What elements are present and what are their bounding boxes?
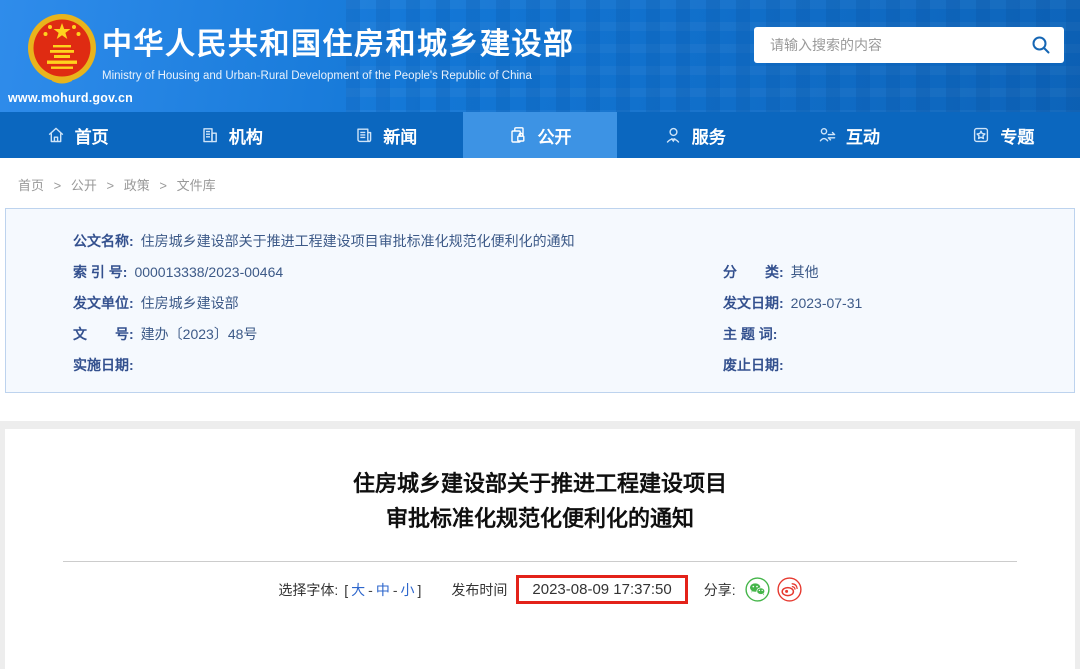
nav-item-disclosure[interactable]: 公开 xyxy=(462,112,618,158)
doc-number-label: 文 号: xyxy=(73,326,134,342)
interaction-icon xyxy=(819,128,836,142)
breadcrumb-separator: > xyxy=(159,178,167,193)
nav-label: 机构 xyxy=(228,127,263,147)
article-title: 住房城乡建设部关于推进工程建设项目 审批标准化规范化便利化的通知 xyxy=(5,466,1075,536)
weibo-icon xyxy=(776,577,802,602)
nav-label: 公开 xyxy=(537,127,572,147)
doc-index-label: 索 引 号: xyxy=(73,264,128,280)
site-subtitle-en: Ministry of Housing and Urban-Rural Deve… xyxy=(102,70,532,82)
share-label: 分享: xyxy=(703,581,736,598)
doc-category-value: 其他 xyxy=(790,264,819,280)
search-input[interactable] xyxy=(768,36,1028,54)
site-url: www.mohurd.gov.cn xyxy=(8,91,133,105)
site-title: 中华人民共和国住房和城乡建设部 xyxy=(102,28,575,61)
doc-effective-date-field: 实施日期: xyxy=(73,350,723,381)
doc-repeal-date-field: 废止日期: xyxy=(723,350,1074,381)
breadcrumb-policy[interactable]: 政策 xyxy=(124,178,150,193)
breadcrumb-home[interactable]: 首页 xyxy=(18,178,44,193)
breadcrumb-separator: > xyxy=(106,178,115,193)
nav-label: 专题 xyxy=(1000,127,1035,147)
nav-item-organization[interactable]: 机构 xyxy=(154,112,308,158)
breadcrumb-document-library: 文件库 xyxy=(176,178,216,193)
main-nav: 首页 机构 新闻 公开 服务 互动 专题 xyxy=(0,112,1080,158)
bracket-open: [ xyxy=(344,581,349,598)
publish-time-label: 发布时间 xyxy=(451,581,508,598)
doc-subject-label: 主 题 词: xyxy=(723,326,778,342)
doc-issue-date-label: 发文日期: xyxy=(723,295,784,311)
doc-info-row: 索 引 号: 000013338/2023-00464 分 类: 其他 xyxy=(6,257,1074,288)
site-header: www.mohurd.gov.cn 中华人民共和国住房和城乡建设部 Minist… xyxy=(0,0,1080,112)
publish-time-value: 2023-08-09 17:37:50 xyxy=(532,581,672,598)
national-emblem-icon xyxy=(28,14,96,84)
doc-info-row: 公文名称: 住房城乡建设部关于推进工程建设项目审批标准化规范化便利化的通知 xyxy=(6,226,1074,257)
doc-info-row: 文 号: 建办〔2023〕48号 主 题 词: xyxy=(6,319,1074,350)
doc-name-field: 公文名称: 住房城乡建设部关于推进工程建设项目审批标准化规范化便利化的通知 xyxy=(73,226,575,257)
doc-number-value: 建办〔2023〕48号 xyxy=(140,326,258,342)
search-box xyxy=(754,27,1064,63)
doc-effective-date-label: 实施日期: xyxy=(73,357,134,373)
doc-index-value: 000013338/2023-00464 xyxy=(134,264,284,280)
topics-icon xyxy=(974,127,989,143)
title-divider xyxy=(63,561,1017,562)
doc-info-row: 实施日期: 废止日期: xyxy=(6,350,1074,381)
home-icon xyxy=(48,127,63,143)
doc-category-field: 分 类: 其他 xyxy=(723,257,1074,288)
nav-label: 新闻 xyxy=(383,127,418,147)
doc-issuer-value: 住房城乡建设部 xyxy=(140,295,239,311)
doc-subject-field: 主 题 词: xyxy=(723,319,1074,350)
breadcrumb: 首页 > 公开 > 政策 > 文件库 xyxy=(0,158,1080,208)
nav-item-news[interactable]: 新闻 xyxy=(309,112,463,158)
nav-item-services[interactable]: 服务 xyxy=(617,112,771,158)
font-size-dash: - xyxy=(392,581,398,598)
doc-index-field: 索 引 号: 000013338/2023-00464 xyxy=(73,257,723,288)
doc-category-label: 分 类: xyxy=(723,264,784,280)
font-size-large-link[interactable]: 大 xyxy=(351,580,365,600)
search-icon xyxy=(1032,36,1050,54)
nav-item-home[interactable]: 首页 xyxy=(0,112,154,158)
nav-label: 互动 xyxy=(846,127,881,147)
bracket-close: ] xyxy=(417,581,422,598)
disclosure-icon xyxy=(511,127,525,143)
document-info-box: 公文名称: 住房城乡建设部关于推进工程建设项目审批标准化规范化便利化的通知 索 … xyxy=(5,208,1075,393)
service-icon xyxy=(666,127,679,143)
nav-item-topics[interactable]: 专题 xyxy=(926,112,1080,158)
article-title-line2: 审批标准化规范化便利化的通知 xyxy=(385,506,694,531)
share-group: 分享: xyxy=(704,577,802,602)
font-select-label: 选择字体: xyxy=(278,581,339,598)
doc-name-label: 公文名称: xyxy=(73,233,134,249)
doc-issue-date-field: 发文日期: 2023-07-31 xyxy=(723,288,1074,319)
share-weibo-button[interactable] xyxy=(776,577,802,602)
doc-repeal-date-label: 废止日期: xyxy=(723,357,784,373)
breadcrumb-separator: > xyxy=(53,178,62,193)
search-button[interactable] xyxy=(1028,32,1054,58)
share-wechat-button[interactable] xyxy=(744,577,770,602)
doc-issue-date-value: 2023-07-31 xyxy=(790,295,863,311)
breadcrumb-disclosure[interactable]: 公开 xyxy=(71,178,97,193)
article-title-line1: 住房城乡建设部关于推进工程建设项目 xyxy=(352,471,727,496)
font-size-medium-link[interactable]: 中 xyxy=(376,580,390,600)
nav-label: 服务 xyxy=(691,127,726,147)
doc-info-row: 发文单位: 住房城乡建设部 发文日期: 2023-07-31 xyxy=(6,288,1074,319)
nav-label: 首页 xyxy=(74,127,109,147)
doc-number-field: 文 号: 建办〔2023〕48号 xyxy=(73,319,723,350)
article-meta-bar: 选择字体: [ 大 - 中 - 小 ] 发布时间 2023-08-09 17:3… xyxy=(5,575,1075,604)
publish-time-highlight-box: 2023-08-09 17:37:50 xyxy=(516,575,688,604)
wechat-icon xyxy=(744,577,770,602)
nav-item-interaction[interactable]: 互动 xyxy=(771,112,925,158)
article-panel: 住房城乡建设部关于推进工程建设项目 审批标准化规范化便利化的通知 选择字体: [… xyxy=(5,429,1075,669)
news-icon xyxy=(357,128,372,143)
font-size-dash: - xyxy=(368,581,373,598)
doc-issuer-field: 发文单位: 住房城乡建设部 xyxy=(73,288,723,319)
doc-issuer-label: 发文单位: xyxy=(73,295,134,311)
doc-name-value: 住房城乡建设部关于推进工程建设项目审批标准化规范化便利化的通知 xyxy=(140,233,575,249)
font-size-small-link[interactable]: 小 xyxy=(401,580,415,600)
organization-icon xyxy=(203,128,217,143)
